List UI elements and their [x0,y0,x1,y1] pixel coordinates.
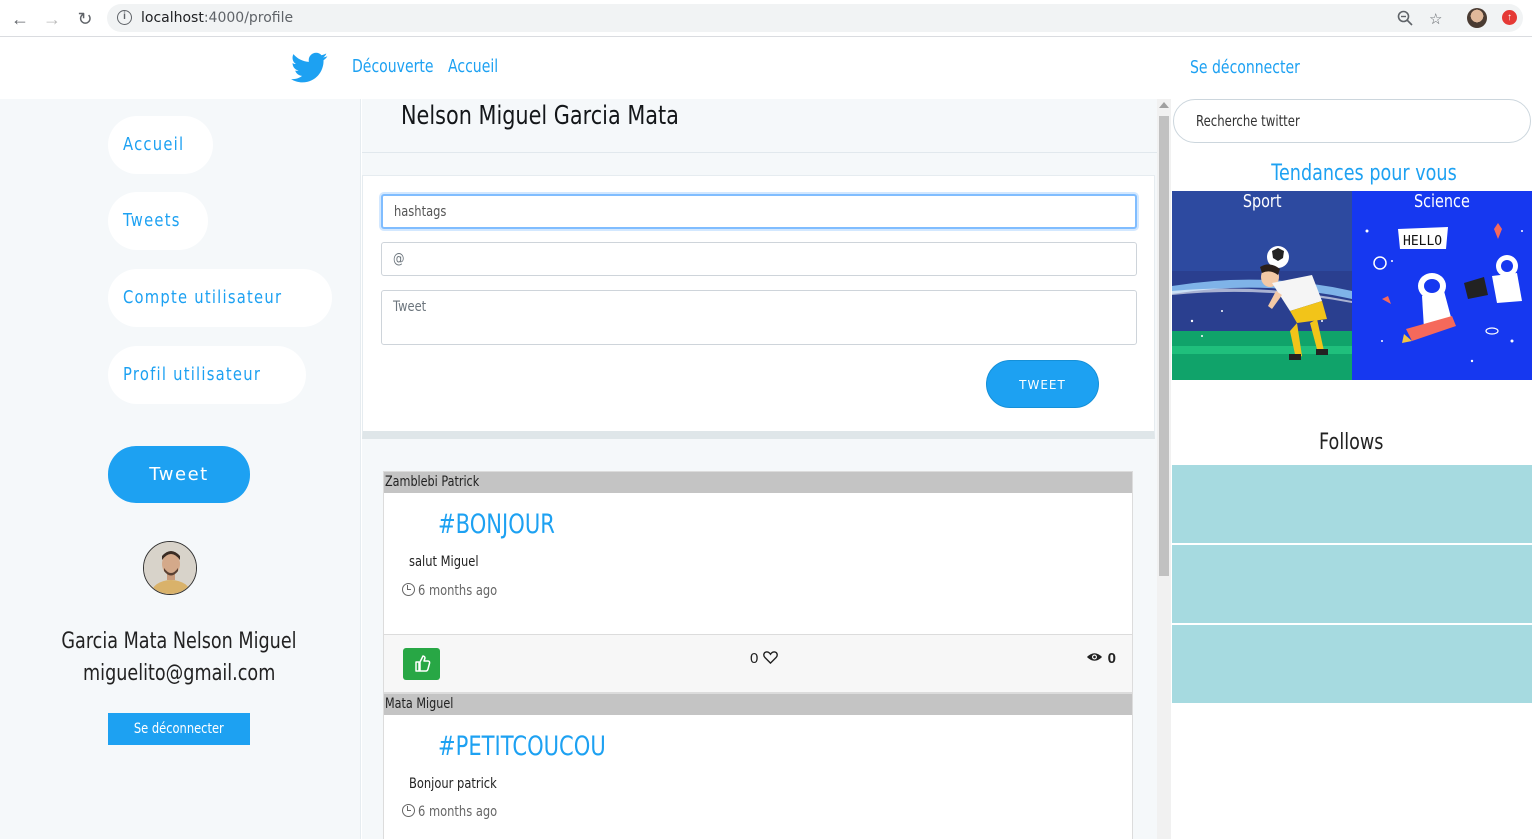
user-email: miguelito@gmail.com [82,661,276,686]
tweet-hashtag[interactable]: #PETITCOUCOU [438,731,606,762]
tweet-author[interactable]: Zamblebi Patrick [384,472,1132,493]
scrollbar-thumb[interactable] [1159,116,1169,576]
bookmark-star-icon[interactable]: ☆ [1429,10,1442,28]
zoom-icon[interactable] [1397,10,1413,30]
tweet-timestamp: 6 months ago [402,583,515,599]
sidebar-item-profil-utilisateur[interactable]: Profil utilisateur [108,346,307,404]
thumbs-up-icon [415,655,431,672]
clock-icon [402,804,415,817]
trends-title: Tendances pour vous [1270,161,1457,186]
trend-card-science[interactable]: HELLO Science [1352,191,1532,380]
sidebar-item-accueil[interactable]: Accueil [108,116,213,174]
browser-profile-avatar[interactable] [1467,8,1487,28]
sport-illustration [1172,191,1352,380]
top-navbar: Découverte Accueil Se déconnecter [0,38,1532,99]
follows-title: Follows [1319,430,1384,455]
tweet-text: Bonjour patrick [409,776,497,792]
back-icon[interactable]: ← [10,9,30,29]
tweet-button[interactable]: Tweet [108,446,250,503]
avatar[interactable] [143,541,197,595]
eye-icon [1087,653,1103,661]
page-title: Nelson Miguel Garcia Mata [401,101,679,131]
like-count: 0 [750,650,778,667]
extension-icon[interactable]: ↑ [1502,10,1517,25]
nav-logout-link[interactable]: Se déconnecter [1190,57,1300,78]
address-bar[interactable]: i localhost:4000/profile ☆ [107,4,1523,32]
heart-icon[interactable] [762,651,778,665]
trend-label: Sport [1242,191,1282,212]
tweet-textarea[interactable]: Tweet [381,290,1137,345]
hashtags-input[interactable]: hashtags [381,194,1137,229]
nav-link-decouverte[interactable]: Découverte [352,56,434,77]
svg-text:HELLO: HELLO [1403,234,1442,249]
follow-item[interactable] [1172,545,1532,623]
view-count: 0 [1086,650,1116,667]
left-sidebar: Accueil Tweets Compte utilisateur Profil… [0,99,361,839]
profile-header: Nelson Miguel Garcia Mata [362,99,1157,153]
info-icon[interactable]: i [117,10,132,25]
tweet-submit-button[interactable]: TWEET [986,360,1099,408]
nav-link-accueil[interactable]: Accueil [448,56,498,77]
trend-label: Science [1414,191,1470,212]
user-name: Garcia Mata Nelson Miguel [61,629,297,654]
tweet-timestamp: 6 months ago [402,804,515,820]
scroll-up-arrow-icon[interactable] [1159,102,1169,108]
reload-icon[interactable]: ↻ [75,9,95,29]
right-sidebar: Recherche twitter Tendances pour vous Sp… [1171,99,1532,839]
sidebar-item-tweets[interactable]: Tweets [108,192,209,250]
tweet-hashtag[interactable]: #BONJOUR [438,509,555,540]
sidebar-item-compte-utilisateur[interactable]: Compte utilisateur [108,269,333,327]
tweet-card: Zamblebi Patrick #BONJOUR salut Miguel 6… [383,471,1133,693]
url-text: localhost:4000/profile [141,10,294,26]
trend-card-sport[interactable]: Sport [1172,191,1352,380]
tweet-author[interactable]: Mata Miguel [384,694,1132,715]
clock-icon [402,583,415,596]
tweet-card: Mata Miguel #PETITCOUCOU Bonjour patrick… [383,693,1133,839]
forward-icon[interactable]: → [42,9,62,29]
search-input[interactable]: Recherche twitter [1173,99,1531,143]
compose-tweet-form: hashtags @ Tweet TWEET [362,175,1155,439]
mention-input[interactable]: @ [381,242,1137,276]
twitter-bird-icon[interactable] [291,52,328,84]
tweet-actions: 0 0 [384,634,1132,692]
follow-item[interactable] [1172,465,1532,543]
follow-item[interactable] [1172,625,1532,703]
tweet-text: salut Miguel [409,554,479,570]
science-illustration: HELLO [1352,191,1532,380]
main-feed: Nelson Miguel Garcia Mata hashtags @ Twe… [362,99,1157,839]
like-button[interactable] [403,648,440,680]
logout-button[interactable]: Se déconnecter [108,713,250,745]
browser-toolbar: ← → ↻ i localhost:4000/profile ☆ ↑ [0,0,1532,37]
